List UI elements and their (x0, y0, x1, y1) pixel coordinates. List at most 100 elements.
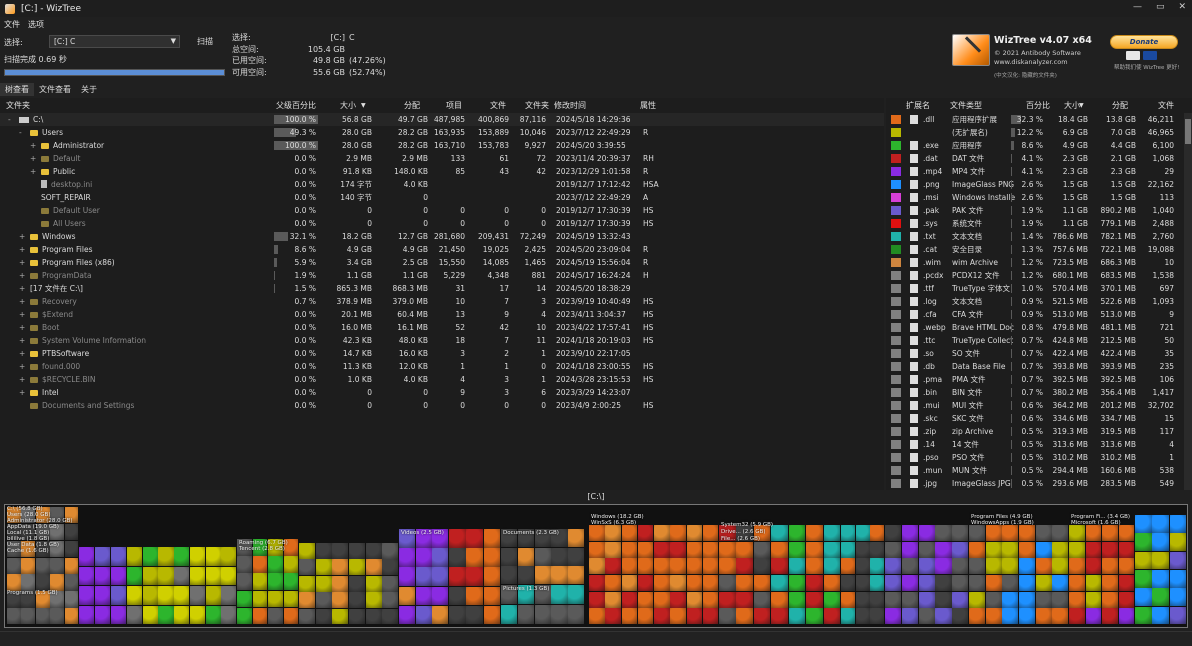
treemap-block[interactable] (517, 566, 534, 585)
treemap-block[interactable] (268, 556, 283, 573)
table-row[interactable]: All Users 0.0 % 0 0 0 0 0 2019/12/7 17:30:39 HS (0, 217, 884, 230)
treemap-block[interactable] (534, 547, 551, 566)
treemap-block[interactable] (79, 547, 95, 566)
extension-row[interactable]: .dat DAT 文件 4.1 % 2.3 GB 2.1 GB 1,068 (886, 152, 1192, 165)
extension-row[interactable]: .dll 应用程序扩展 32.3 % 18.4 GB 13.8 GB 46,211 (886, 113, 1192, 126)
treemap-block[interactable] (127, 566, 143, 586)
treemap-block[interactable] (985, 608, 1002, 625)
treemap-block[interactable] (399, 548, 416, 567)
treemap-block[interactable] (719, 558, 736, 575)
tree-header-5[interactable]: 文件 (490, 98, 506, 113)
treemap-block[interactable] (501, 605, 518, 625)
extension-row[interactable]: .pma PMA 文件 0.7 % 392.5 MB 392.5 MB 106 (886, 373, 1192, 386)
expand-toggle-icon[interactable]: + (30, 139, 36, 152)
treemap-block[interactable] (534, 605, 551, 625)
treemap-block[interactable] (719, 608, 736, 625)
table-row[interactable]: + $RECYCLE.BIN 0.0 % 1.0 KB 4.0 KB 4 3 1 2024/3/… (0, 373, 884, 386)
treemap-block[interactable] (985, 558, 1002, 575)
treemap-block[interactable] (79, 605, 95, 625)
treemap-block[interactable] (349, 575, 366, 592)
treemap-block[interactable] (35, 574, 50, 591)
expand-toggle-icon[interactable]: + (30, 152, 36, 165)
treemap-block[interactable] (365, 575, 382, 592)
treemap-block[interactable] (855, 575, 870, 592)
treemap-block[interactable] (174, 547, 190, 566)
treemap-block[interactable] (1052, 525, 1069, 542)
treemap-block[interactable] (332, 543, 349, 559)
treemap-block[interactable] (1085, 591, 1102, 608)
treemap-block[interactable] (252, 573, 268, 590)
drive-select[interactable]: [C:] C ▼ (49, 35, 180, 48)
treemap-block[interactable] (332, 592, 349, 608)
treemap-block[interactable] (237, 556, 252, 573)
website-link[interactable]: www.diskanalyzer.com (994, 58, 1068, 66)
extension-row[interactable]: .msi Windows Installe 2.6 % 1.5 GB 1.5 GB 113 (886, 191, 1192, 204)
treemap-block[interactable] (841, 525, 856, 542)
treemap-block[interactable] (1035, 558, 1052, 575)
treemap-block[interactable] (399, 567, 416, 586)
treemap-block[interactable] (1085, 575, 1102, 592)
treemap-block[interactable] (589, 575, 605, 592)
expand-toggle-icon[interactable]: + (19, 347, 25, 360)
treemap-block[interactable] (568, 529, 585, 548)
treemap-block[interactable] (349, 559, 366, 576)
treemap-block[interactable] (885, 575, 902, 592)
treemap-block[interactable] (870, 558, 885, 575)
treemap-block[interactable] (719, 591, 736, 608)
treemap-block[interactable] (189, 586, 205, 605)
treemap-block[interactable] (621, 558, 638, 575)
treemap-block[interactable] (771, 541, 788, 558)
ext-header-0[interactable]: 扩展名 (906, 98, 930, 113)
extension-row[interactable]: .webp Brave HTML Doc 0.8 % 479.8 MB 481.1 MB… (886, 321, 1192, 334)
treemap-block[interactable] (205, 605, 221, 625)
treemap-block[interactable] (1118, 608, 1135, 625)
treemap-block[interactable] (753, 558, 771, 575)
treemap-block[interactable] (985, 591, 1002, 608)
treemap-block[interactable] (605, 575, 621, 592)
table-row[interactable]: desktop.ini 0.0 % 174 字节 4.0 KB 2019/12/7 17… (0, 178, 884, 191)
treemap-block[interactable] (935, 608, 952, 625)
treemap-block[interactable] (1052, 591, 1069, 608)
treemap-block[interactable] (315, 592, 332, 608)
treemap-block[interactable] (1085, 558, 1102, 575)
treemap-block[interactable] (1019, 608, 1036, 625)
expand-toggle-icon[interactable]: + (19, 269, 25, 282)
treemap-block[interactable] (841, 591, 856, 608)
treemap-block[interactable] (870, 591, 885, 608)
treemap-block[interactable] (1085, 608, 1102, 625)
table-row[interactable]: + Recovery 0.7 % 378.9 MB 379.0 MB 10 7 3 2023/9… (0, 295, 884, 308)
treemap-block[interactable] (449, 605, 466, 625)
treemap-block[interactable] (365, 543, 382, 559)
treemap-block[interactable] (127, 605, 143, 625)
expand-toggle-icon[interactable]: - (8, 113, 11, 126)
treemap-block[interactable] (95, 586, 111, 605)
treemap-block[interactable] (466, 586, 484, 606)
treemap-block[interactable] (935, 558, 952, 575)
treemap-block[interactable] (1118, 575, 1135, 592)
treemap-block[interactable] (654, 591, 670, 608)
treemap-block[interactable] (918, 558, 935, 575)
treemap-block[interactable] (935, 575, 952, 592)
treemap-block[interactable] (806, 575, 823, 592)
treemap-block[interactable] (589, 558, 605, 575)
treemap-block[interactable] (1002, 608, 1019, 625)
treemap-block[interactable] (870, 525, 885, 542)
treemap-block[interactable] (79, 566, 95, 586)
treemap-block[interactable] (670, 608, 686, 625)
treemap-block[interactable] (1019, 541, 1036, 558)
treemap-block[interactable] (935, 591, 952, 608)
treemap-block[interactable] (365, 559, 382, 576)
treemap-block[interactable] (517, 547, 534, 566)
extension-row[interactable]: .exe 应用程序 8.6 % 4.9 GB 4.4 GB 6,100 (886, 139, 1192, 152)
extension-row[interactable]: .pso PSO 文件 0.5 % 310.2 MB 310.2 MB 1 (886, 451, 1192, 464)
treemap-block[interactable] (969, 558, 986, 575)
treemap-block[interactable] (885, 608, 902, 625)
treemap-block[interactable] (399, 605, 416, 625)
treemap-block[interactable] (1019, 575, 1036, 592)
treemap-block[interactable] (952, 541, 969, 558)
treemap-block[interactable] (1135, 551, 1152, 570)
treemap-block[interactable] (365, 608, 382, 625)
treemap-block[interactable] (221, 605, 237, 625)
treemap-block[interactable] (952, 575, 969, 592)
treemap-block[interactable] (1019, 591, 1036, 608)
